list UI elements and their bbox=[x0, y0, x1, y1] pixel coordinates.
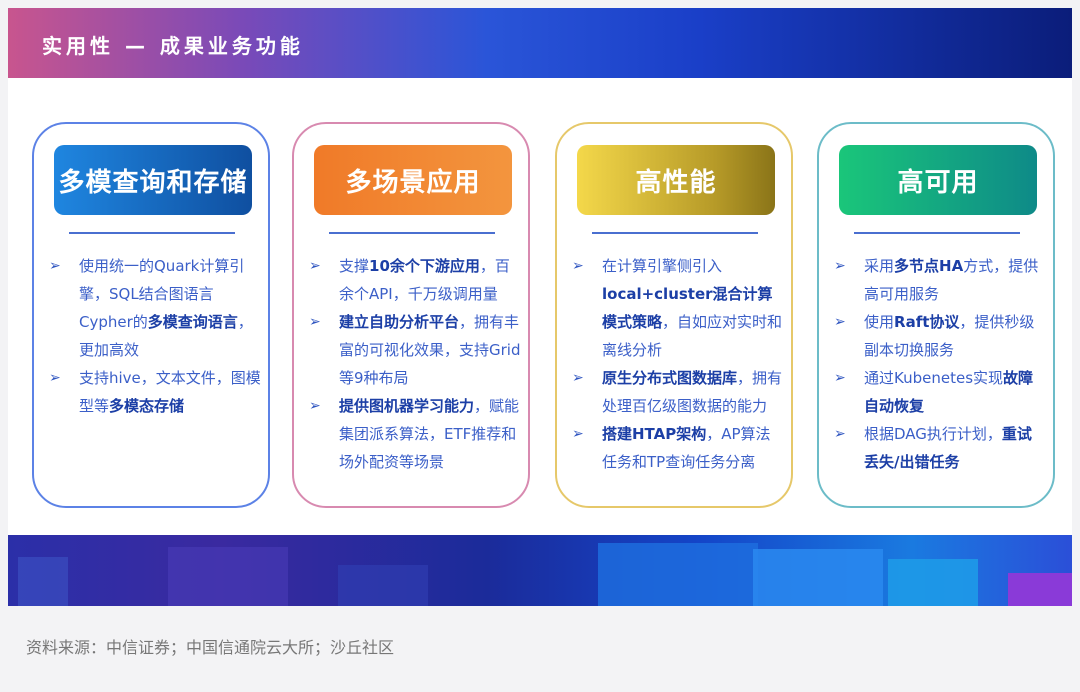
list-item: ➢ 支撑10余个下游应用，百余个API，千万级调用量 bbox=[309, 252, 521, 308]
arrow-bullet-icon: ➢ bbox=[309, 314, 321, 330]
arrow-bullet-icon: ➢ bbox=[49, 258, 61, 274]
arrow-bullet-icon: ➢ bbox=[834, 370, 846, 386]
divider bbox=[69, 232, 235, 234]
page-title: 实用性 — 成果业务功能 bbox=[42, 34, 304, 58]
highlight-text: 提供图机器学习能力 bbox=[339, 397, 475, 415]
arrow-bullet-icon: ➢ bbox=[834, 314, 846, 330]
arrow-bullet-icon: ➢ bbox=[572, 426, 584, 442]
decor-block bbox=[753, 549, 883, 606]
item-text: 支撑 bbox=[339, 257, 370, 275]
arrow-bullet-icon: ➢ bbox=[309, 258, 321, 274]
item-text: 根据DAG执行计划， bbox=[864, 425, 1002, 443]
list-item: ➢ 提供图机器学习能力，赋能集团派系算法，ETF推荐和场外配资等场景 bbox=[309, 392, 521, 476]
list-item: ➢ 建立自助分析平台，拥有丰富的可视化效果，支持Grid等9种布局 bbox=[309, 308, 521, 392]
decor-block bbox=[888, 559, 978, 606]
card-title: 多场景应用 bbox=[314, 145, 512, 215]
highlight-text: Raft协议 bbox=[894, 313, 960, 331]
list-item: ➢ 搭建HTAP架构，AP算法任务和TP查询任务分离 bbox=[572, 420, 784, 476]
decorative-band bbox=[8, 535, 1072, 606]
list-item: ➢ 支持hive，文本文件，图模型等多模态存储 bbox=[49, 364, 261, 420]
arrow-bullet-icon: ➢ bbox=[834, 258, 846, 274]
card-availability: 高可用 ➢ 采用多节点HA方式，提供高可用服务 ➢ 使用Raft协议，提供秒级副本切换… bbox=[817, 122, 1055, 508]
list-item: ➢ 使用统一的Quark计算引擎，SQL结合图语言Cypher的多模查询语言，更加… bbox=[49, 252, 261, 364]
list-item: ➢ 使用Raft协议，提供秒级副本切换服务 bbox=[834, 308, 1046, 364]
arrow-bullet-icon: ➢ bbox=[49, 370, 61, 386]
arrow-bullet-icon: ➢ bbox=[572, 258, 584, 274]
header-banner: 实用性 — 成果业务功能 bbox=[8, 8, 1072, 78]
slide: 实用性 — 成果业务功能 多模查询和存储 ➢ 使用统一的Quark计算引擎，SQL… bbox=[8, 8, 1072, 606]
decor-block bbox=[598, 543, 758, 606]
item-text: 通过Kubenetes实现 bbox=[864, 369, 1004, 387]
highlight-text: 10余个下游应用 bbox=[369, 257, 480, 275]
arrow-bullet-icon: ➢ bbox=[309, 398, 321, 414]
highlight-text: 多模查询语言 bbox=[147, 313, 238, 331]
list-item: ➢ 采用多节点HA方式，提供高可用服务 bbox=[834, 252, 1046, 308]
decor-block bbox=[338, 565, 428, 606]
divider bbox=[592, 232, 758, 234]
card-items: ➢ 在计算引擎侧引入local+cluster混合计算模式策略，自如应对实时和离线… bbox=[572, 252, 784, 476]
arrow-bullet-icon: ➢ bbox=[834, 426, 846, 442]
card-multimodal: 多模查询和存储 ➢ 使用统一的Quark计算引擎，SQL结合图语言Cypher的多… bbox=[32, 122, 270, 508]
decor-block bbox=[168, 547, 288, 606]
list-item: ➢ 在计算引擎侧引入local+cluster混合计算模式策略，自如应对实时和离线… bbox=[572, 252, 784, 364]
highlight-text: 原生分布式图数据库 bbox=[602, 369, 738, 387]
item-text: 在计算引擎侧引入 bbox=[602, 257, 723, 275]
item-text: 采用 bbox=[864, 257, 895, 275]
list-item: ➢ 通过Kubenetes实现故障自动恢复 bbox=[834, 364, 1046, 420]
decor-block bbox=[18, 557, 68, 606]
card-items: ➢ 支撑10余个下游应用，百余个API，千万级调用量 ➢ 建立自助分析平台，拥有丰富的… bbox=[309, 252, 521, 476]
card-title: 高可用 bbox=[839, 145, 1037, 215]
source-note: 资料来源：中信证券；中国信通院云大所；沙丘社区 bbox=[26, 638, 395, 657]
highlight-text: 建立自助分析平台 bbox=[339, 313, 460, 331]
card-title: 多模查询和存储 bbox=[54, 145, 252, 215]
divider bbox=[329, 232, 495, 234]
card-title: 高性能 bbox=[577, 145, 775, 215]
divider bbox=[854, 232, 1020, 234]
item-text: 使用 bbox=[864, 313, 895, 331]
card-performance: 高性能 ➢ 在计算引擎侧引入local+cluster混合计算模式策略，自如应对实… bbox=[555, 122, 793, 508]
card-items: ➢ 使用统一的Quark计算引擎，SQL结合图语言Cypher的多模查询语言，更加… bbox=[49, 252, 261, 420]
highlight-text: 搭建HTAP架构 bbox=[602, 425, 707, 443]
card-items: ➢ 采用多节点HA方式，提供高可用服务 ➢ 使用Raft协议，提供秒级副本切换服务 ➢ 通… bbox=[834, 252, 1046, 476]
list-item: ➢ 根据DAG执行计划，重试丢失/出错任务 bbox=[834, 420, 1046, 476]
card-multiscenario: 多场景应用 ➢ 支撑10余个下游应用，百余个API，千万级调用量 ➢ 建立自助分析平台… bbox=[292, 122, 530, 508]
decor-block bbox=[1008, 573, 1072, 606]
highlight-text: 多模态存储 bbox=[109, 397, 185, 415]
highlight-text: 多节点HA bbox=[894, 257, 964, 275]
arrow-bullet-icon: ➢ bbox=[572, 370, 584, 386]
list-item: ➢ 原生分布式图数据库，拥有处理百亿级图数据的能力 bbox=[572, 364, 784, 420]
